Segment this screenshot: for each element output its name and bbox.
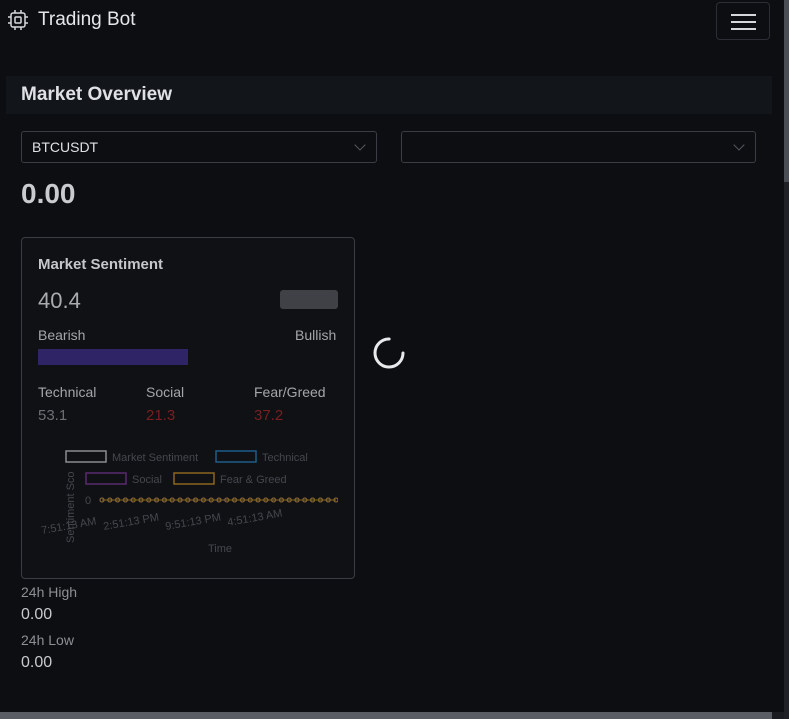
horizontal-scrollbar[interactable] [0, 712, 784, 719]
horizontal-scrollbar-thumb[interactable] [0, 712, 772, 719]
legend-label: Fear & Greed [220, 474, 287, 486]
legend-swatch [173, 472, 215, 485]
current-price: 0.00 [21, 178, 76, 209]
cpu-icon [8, 10, 28, 30]
low-24h-value: 0.00 [21, 654, 53, 671]
sentiment-badge [280, 290, 338, 309]
technical-label: Technical [38, 384, 97, 400]
y-tick-label: 0 [85, 495, 91, 507]
sentiment-bar [38, 349, 338, 365]
x-axis-label: Time [208, 543, 232, 555]
hamburger-icon-line [731, 28, 756, 30]
x-tick-label: 4:51:13 AM [226, 507, 283, 528]
chevron-down-icon [733, 139, 745, 151]
sentiment-bar-fill [38, 349, 188, 365]
sentiment-title: Market Sentiment [38, 256, 164, 273]
secondary-select[interactable] [401, 131, 756, 163]
symbol-select-value: BTCUSDT [32, 139, 99, 155]
vertical-scrollbar-thumb[interactable] [784, 0, 789, 182]
bearish-label: Bearish [38, 327, 86, 343]
market-overview-title: Market Overview [6, 76, 772, 114]
hamburger-icon [731, 14, 756, 16]
sentiment-score: 40.4 [38, 288, 81, 313]
fear-greed-value: 37.2 [254, 407, 284, 424]
legend-swatch [85, 472, 127, 485]
high-24h-value: 0.00 [21, 606, 53, 623]
chevron-down-icon [354, 139, 366, 151]
x-tick-label: 9:51:13 PM [164, 511, 221, 533]
technical-value: 53.1 [38, 407, 68, 424]
hamburger-icon-line [731, 21, 756, 23]
navbar-toggle-button[interactable] [716, 2, 770, 40]
loading-spinner-icon [373, 337, 405, 369]
legend-swatch [215, 450, 257, 463]
legend-label: Technical [262, 452, 308, 464]
low-24h-label: 24h Low [21, 632, 74, 648]
legend-label: Market Sentiment [112, 452, 198, 464]
market-sentiment-card: Market Sentiment 40.4 Bearish Bullish Te… [21, 237, 355, 579]
navbar: Trading Bot [0, 0, 784, 44]
brand-link[interactable]: Trading Bot [6, 8, 136, 32]
social-label: Social [146, 384, 185, 400]
brand-label: Trading Bot [38, 9, 136, 30]
bullish-label: Bullish [295, 327, 337, 343]
sentiment-chart: Market Sentiment Technical Social Fear & Gr… [40, 450, 338, 555]
vertical-scrollbar[interactable] [784, 0, 789, 719]
social-value: 21.3 [146, 407, 176, 424]
legend-swatch [65, 450, 107, 463]
legend-label: Social [132, 474, 162, 486]
x-tick-label: 2:51:13 PM [102, 511, 159, 533]
symbol-select[interactable]: BTCUSDT [21, 131, 377, 163]
high-24h-label: 24h High [21, 584, 78, 600]
fear-greed-label: Fear/Greed [254, 384, 326, 400]
